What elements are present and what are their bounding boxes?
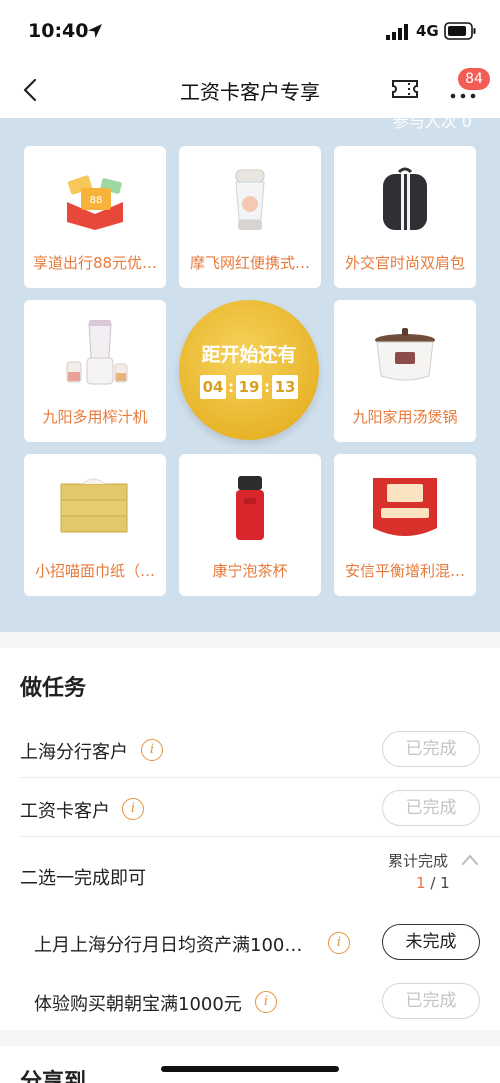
lottery-participation-hint: 参与人次 0: [392, 118, 472, 131]
prize-label: 小招喵面巾纸（…: [34, 562, 155, 580]
progress-summary-value: 1 / 1: [416, 874, 450, 892]
task-group-label: 二选一完成即可: [20, 868, 146, 889]
info-icon[interactable]: i: [141, 739, 163, 761]
prize-card[interactable]: 康宁泡茶杯: [179, 454, 321, 596]
page-title: 工资卡客户专享: [180, 80, 320, 104]
info-icon[interactable]: i: [255, 991, 277, 1013]
prize-card[interactable]: 摩飞网红便携式…: [179, 146, 321, 288]
task-status-button[interactable]: 已完成: [382, 731, 480, 767]
share-title: 分享到: [20, 1070, 87, 1083]
slow-cooker-icon: [375, 328, 435, 381]
fund-card-icon: [373, 478, 437, 536]
progress-summary-label: 累计完成: [388, 852, 449, 870]
countdown-separator: :: [264, 378, 270, 396]
nav-bar: 工资卡客户专享 84: [0, 62, 500, 118]
countdown-separator: :: [228, 378, 234, 396]
prize-label: 摩飞网红便携式…: [189, 254, 310, 272]
task-subrow: 上月上海分行月日均资产满100… i 未完成: [0, 913, 500, 971]
task-label: 上海分行客户: [20, 742, 128, 763]
notification-badge: 84: [458, 68, 490, 90]
task-status-button[interactable]: 未完成: [382, 924, 480, 960]
coupon-icon: 88: [67, 175, 123, 230]
status-time: 10:40: [28, 20, 89, 42]
prize-label: 九阳家用汤煲锅: [352, 408, 458, 426]
task-label: 工资卡客户: [20, 801, 110, 822]
task-status-button[interactable]: 已完成: [382, 790, 480, 826]
task-group-row[interactable]: 二选一完成即可 累计完成 1 / 1: [0, 844, 500, 908]
task-status-button[interactable]: 已完成: [382, 983, 480, 1019]
progress-total: / 1: [425, 874, 450, 892]
lottery-grid: 参与人次 0 88 享道出行88元优… 摩飞网红便携式… 外交官时尚双肩包 九阳…: [0, 118, 500, 632]
location-arrow-icon: [88, 24, 102, 38]
prize-card[interactable]: 九阳多用榨汁机: [24, 300, 166, 442]
tea-cup-icon: [236, 476, 264, 540]
info-icon[interactable]: i: [328, 932, 350, 954]
blender-cup-icon: [235, 169, 265, 230]
svg-text:88: 88: [90, 195, 103, 206]
countdown-timer: 04 : 19 : 13: [200, 375, 298, 399]
prize-label: 安信平衡增利混…: [344, 562, 465, 580]
task-row: 工资卡客户 i 已完成: [0, 779, 500, 837]
info-icon[interactable]: i: [122, 798, 144, 820]
progress-current: 1: [416, 874, 426, 892]
prize-card[interactable]: 小招喵面巾纸（…: [24, 454, 166, 596]
task-row: 上海分行客户 i 已完成: [0, 720, 500, 778]
prize-label: 九阳多用榨汁机: [42, 408, 148, 426]
chevron-up-icon[interactable]: [461, 852, 479, 866]
prize-card[interactable]: 外交官时尚双肩包: [334, 146, 476, 288]
ticket-icon[interactable]: [390, 76, 420, 102]
prize-label: 康宁泡茶杯: [212, 562, 288, 580]
countdown-seconds: 13: [272, 375, 298, 399]
countdown-label: 距开始还有: [201, 344, 297, 366]
task-label: 上月上海分行月日均资产满100…: [34, 935, 303, 956]
lottery-start-button[interactable]: 距开始还有 04 : 19 : 13: [179, 300, 319, 440]
prize-card[interactable]: 88 享道出行88元优…: [24, 146, 166, 288]
prize-card[interactable]: 安信平衡增利混…: [334, 454, 476, 596]
task-label: 体验购买朝朝宝满1000元: [34, 994, 242, 1015]
home-indicator[interactable]: [161, 1066, 339, 1072]
tissue-box-icon: [60, 478, 128, 533]
network-type: 4G: [416, 22, 439, 40]
share-section: 分享到: [0, 1046, 500, 1083]
signal-icon: [386, 24, 408, 40]
juicer-icon: [66, 320, 128, 385]
prize-card[interactable]: 九阳家用汤煲锅: [334, 300, 476, 442]
countdown-minutes: 19: [236, 375, 262, 399]
prize-label: 外交官时尚双肩包: [344, 254, 465, 272]
task-section: 做任务 上海分行客户 i 已完成 工资卡客户 i 已完成 二选一完成即可 累计完…: [0, 648, 500, 1030]
status-bar: 10:40 4G: [0, 0, 500, 62]
countdown-hours: 04: [200, 375, 226, 399]
battery-icon: [444, 22, 476, 40]
backpack-icon: [383, 167, 427, 230]
prize-label: 享道出行88元优…: [32, 254, 158, 272]
task-subrow: 体验购买朝朝宝满1000元 i 已完成: [0, 972, 500, 1030]
task-heading: 做任务: [20, 676, 87, 701]
